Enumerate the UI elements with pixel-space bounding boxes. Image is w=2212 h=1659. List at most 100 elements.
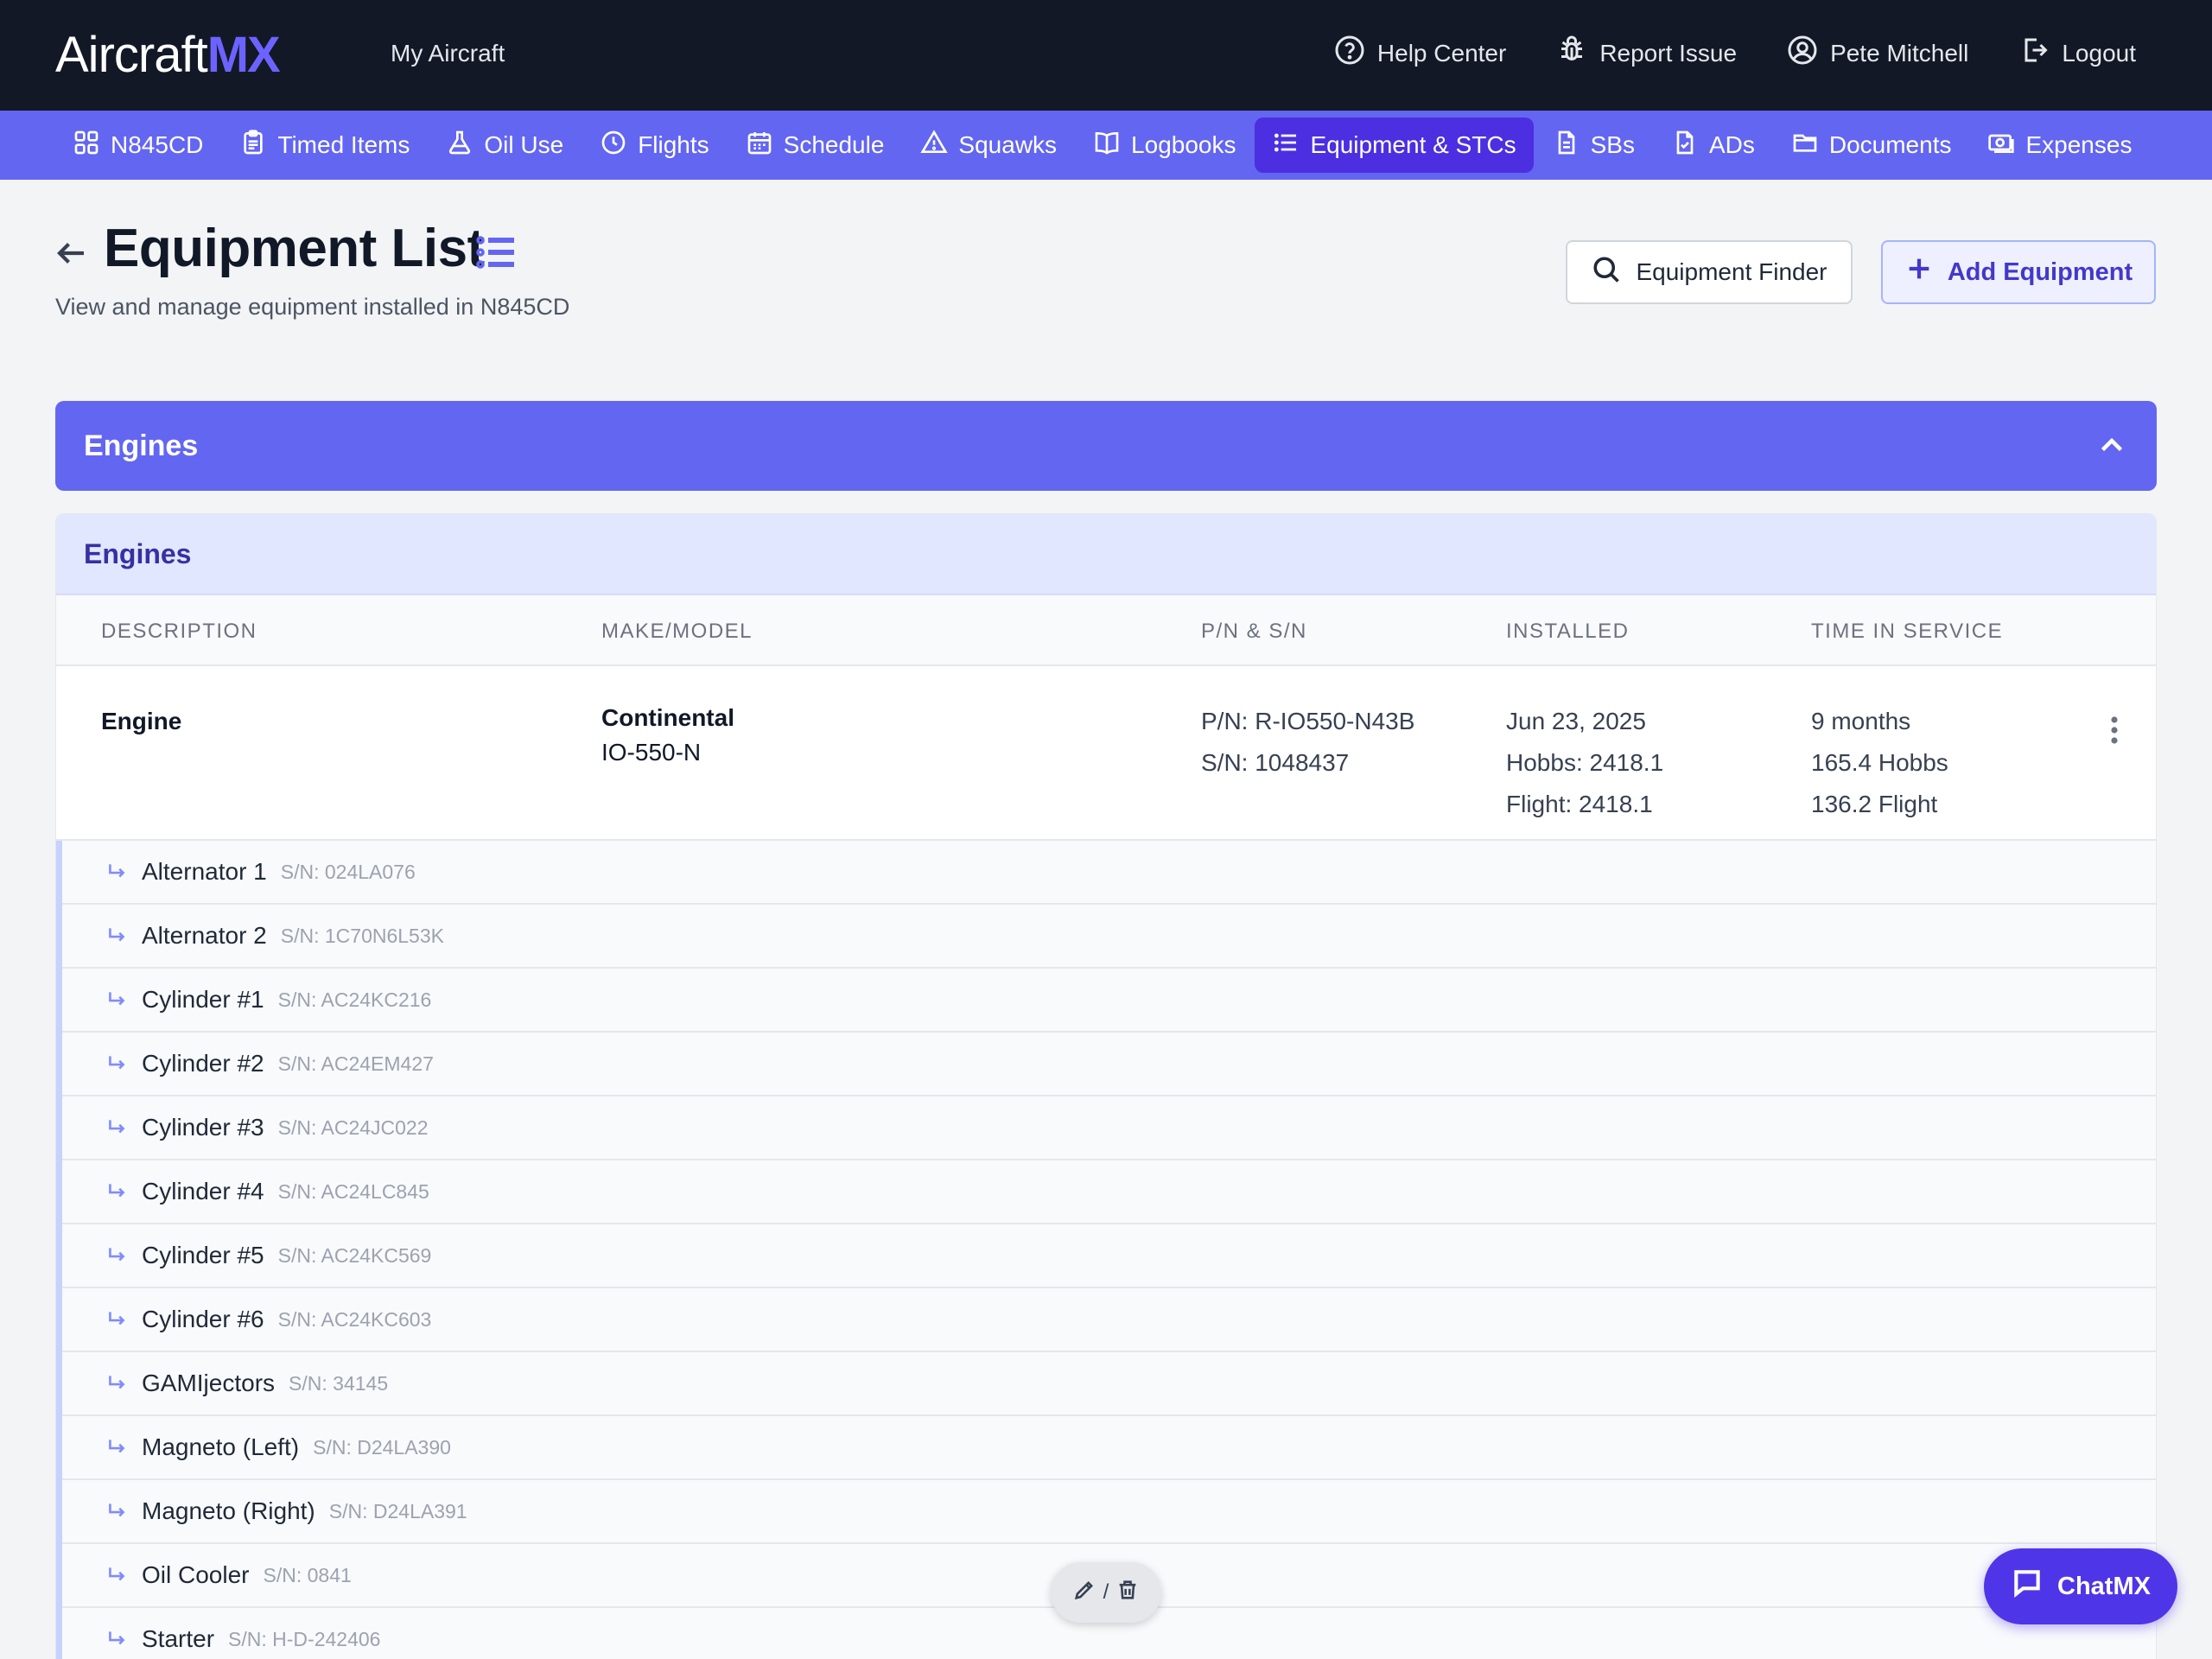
nav-item-sbs[interactable]: SBs xyxy=(1535,118,1652,173)
column-header-time-in-service: TIME IN SERVICE xyxy=(1811,620,2004,643)
edit-delete-floating-button[interactable]: / xyxy=(1051,1562,1161,1623)
nav-label: Timed Items xyxy=(277,131,410,158)
user-profile-link[interactable]: Pete Mitchell xyxy=(1787,35,1968,72)
user-circle-icon xyxy=(1787,35,1818,72)
corner-down-right-icon xyxy=(105,988,128,1011)
installed-hobbs: Hobbs: 2418.1 xyxy=(1506,749,1664,776)
component-name: Alternator 1 xyxy=(142,858,267,885)
engine-description: Engine xyxy=(101,708,182,734)
table-header: DESCRIPTION MAKE/MODEL P/N & S/N INSTALL… xyxy=(56,595,2156,666)
plus-icon xyxy=(1904,254,1934,290)
add-equipment-label: Add Equipment xyxy=(1947,257,2133,286)
nav-item-expenses[interactable]: Expenses xyxy=(1970,118,2149,173)
nav-item-schedule[interactable]: Schedule xyxy=(728,118,902,173)
component-serial: S/N: AC24LC845 xyxy=(277,1179,429,1203)
report-issue-link[interactable]: Report Issue xyxy=(1556,35,1737,72)
installed-flight: Flight: 2418.1 xyxy=(1506,791,1653,817)
card-title: Engines xyxy=(56,514,2156,595)
corner-down-right-icon xyxy=(105,1436,128,1459)
component-row[interactable]: Cylinder #4 S/N: AC24LC845 xyxy=(62,1160,2156,1224)
engine-model: IO-550-N xyxy=(601,739,702,766)
bug-icon xyxy=(1556,35,1587,72)
component-row[interactable]: Alternator 1 S/N: 024LA076 xyxy=(62,841,2156,905)
logout-icon xyxy=(2018,35,2050,72)
engines-card: Engines DESCRIPTION MAKE/MODEL P/N & S/N… xyxy=(55,513,2157,1659)
nav-item-documents[interactable]: Documents xyxy=(1774,118,1969,173)
more-options-button[interactable] xyxy=(2109,715,2120,746)
nav-label: Documents xyxy=(1828,131,1952,158)
back-button[interactable] xyxy=(54,235,90,271)
tis-flight: 136.2 Flight xyxy=(1811,791,1938,817)
list-icon xyxy=(475,233,518,271)
chatmx-button[interactable]: ChatMX xyxy=(1984,1548,2177,1624)
component-name: Cylinder #1 xyxy=(142,986,264,1013)
component-row[interactable]: GAMIjectors S/N: 34145 xyxy=(62,1352,2156,1416)
grid-icon xyxy=(73,129,100,162)
nav-item-equipment-stcs[interactable]: Equipment & STCs xyxy=(1255,118,1534,173)
cash-icon xyxy=(1987,129,2015,162)
page-subtitle: View and manage equipment installed in N… xyxy=(55,294,570,320)
engine-installed: Jun 23, 2025 Hobbs: 2418.1 Flight: 2418.… xyxy=(1506,701,1663,825)
component-serial: S/N: 024LA076 xyxy=(280,860,416,883)
nav-label: Logbooks xyxy=(1131,131,1236,158)
clock-icon xyxy=(600,129,627,162)
nav-item-squawks[interactable]: Squawks xyxy=(903,118,1074,173)
component-name: Cylinder #4 xyxy=(142,1178,264,1205)
corner-down-right-icon xyxy=(105,861,128,883)
top-bar: Aircraft MX My Aircraft Help Center Repor… xyxy=(0,0,2212,111)
equipment-finder-button[interactable]: Equipment Finder xyxy=(1566,240,1853,304)
nav-item-ads[interactable]: ADs xyxy=(1654,118,1772,173)
corner-down-right-icon xyxy=(105,1116,128,1139)
component-row[interactable]: Magneto (Right) S/N: D24LA391 xyxy=(62,1480,2156,1544)
trash-icon[interactable] xyxy=(1116,1578,1140,1608)
logout-link[interactable]: Logout xyxy=(2018,35,2136,72)
user-name: Pete Mitchell xyxy=(1830,39,1969,67)
component-serial: S/N: D24LA391 xyxy=(328,1499,467,1522)
nav-label: Schedule xyxy=(783,131,885,158)
help-circle-icon xyxy=(1334,35,1365,72)
engines-section-toggle[interactable]: Engines xyxy=(55,401,2157,491)
nav-item-aircraft[interactable]: N845CD xyxy=(55,118,220,173)
calendar-icon xyxy=(746,129,773,162)
chatmx-label: ChatMX xyxy=(2057,1572,2151,1600)
nav-label: Expenses xyxy=(2025,131,2133,158)
pencil-icon[interactable] xyxy=(1072,1578,1096,1608)
column-header-make-model: MAKE/MODEL xyxy=(601,620,753,643)
component-row[interactable]: Cylinder #3 S/N: AC24JC022 xyxy=(62,1096,2156,1160)
component-serial: S/N: AC24KC603 xyxy=(277,1307,432,1331)
help-center-link[interactable]: Help Center xyxy=(1334,35,1506,72)
aircraftmx-logo[interactable]: Aircraft MX xyxy=(55,26,281,84)
component-row[interactable]: Magneto (Left) S/N: D24LA390 xyxy=(62,1416,2156,1480)
nav-item-logbooks[interactable]: Logbooks xyxy=(1076,118,1253,173)
corner-down-right-icon xyxy=(105,1308,128,1331)
table-row-engine[interactable]: Engine Continental IO-550-N P/N: R-IO550… xyxy=(56,666,2156,841)
separator: / xyxy=(1103,1580,1109,1604)
corner-down-right-icon xyxy=(105,1180,128,1203)
component-row[interactable]: Cylinder #5 S/N: AC24KC569 xyxy=(62,1224,2156,1288)
add-equipment-button[interactable]: Add Equipment xyxy=(1881,240,2156,304)
equipment-finder-label: Equipment Finder xyxy=(1636,258,1827,285)
my-aircraft-link[interactable]: My Aircraft xyxy=(391,40,505,67)
top-actions: Help Center Report Issue Pete Mitchell L… xyxy=(1334,35,2136,72)
installed-date: Jun 23, 2025 xyxy=(1506,708,1646,734)
corner-down-right-icon xyxy=(105,1244,128,1267)
component-serial: S/N: AC24KC216 xyxy=(277,988,432,1011)
engine-pn-sn: P/N: R-IO550-N43B S/N: 1048437 xyxy=(1201,701,1414,784)
aircraft-nav-bar: N845CD Timed Items Oil Use Flights Sched… xyxy=(0,111,2212,180)
component-serial: S/N: H-D-242406 xyxy=(228,1627,381,1650)
corner-down-right-icon xyxy=(105,925,128,947)
tis-months: 9 months xyxy=(1811,708,1911,734)
component-row[interactable]: Alternator 2 S/N: 1C70N6L53K xyxy=(62,905,2156,969)
book-icon xyxy=(1093,129,1121,162)
nav-item-oil-use[interactable]: Oil Use xyxy=(429,118,581,173)
component-row[interactable]: Cylinder #6 S/N: AC24KC603 xyxy=(62,1288,2156,1352)
component-row[interactable]: Cylinder #2 S/N: AC24EM427 xyxy=(62,1033,2156,1096)
nav-label: Equipment & STCs xyxy=(1310,131,1516,158)
component-row[interactable]: Cylinder #1 S/N: AC24KC216 xyxy=(62,969,2156,1033)
arrow-left-icon xyxy=(54,243,90,275)
nav-item-timed-items[interactable]: Timed Items xyxy=(222,118,427,173)
engine-make: Continental xyxy=(601,704,734,731)
component-serial: S/N: AC24EM427 xyxy=(277,1052,434,1075)
corner-down-right-icon xyxy=(105,1500,128,1522)
nav-item-flights[interactable]: Flights xyxy=(582,118,726,173)
